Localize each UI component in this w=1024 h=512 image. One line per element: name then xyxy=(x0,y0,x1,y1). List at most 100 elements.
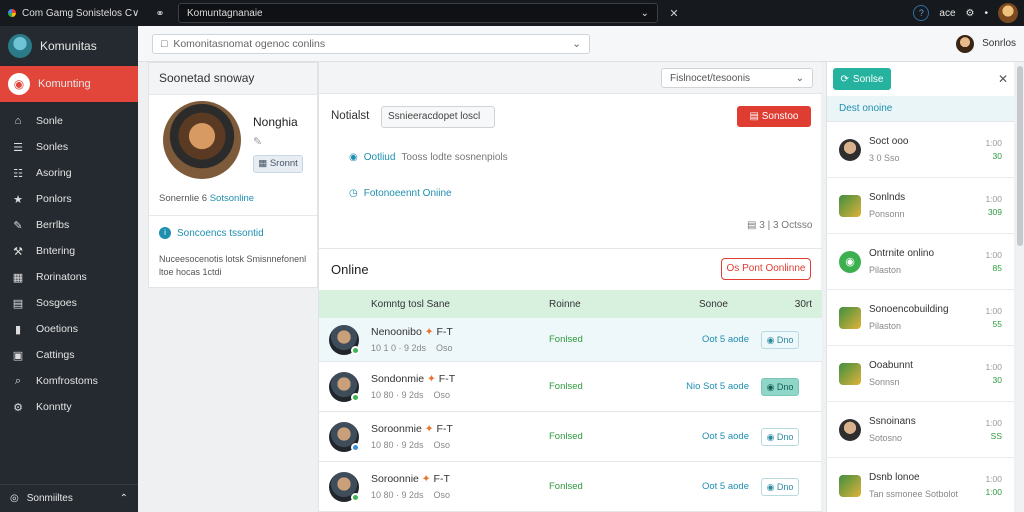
community-search-input[interactable]: □ Komonitasnomat ogenoc conlins ⌄ xyxy=(152,33,590,54)
member-action-button[interactable]: ◉ Dno xyxy=(761,477,799,496)
profile-description: Nuceesocenotis lotsk Smisnnefonenl ltoe … xyxy=(159,254,307,277)
status-dot xyxy=(351,392,360,402)
clock-icon: ◷ xyxy=(349,188,358,199)
primary-action-button[interactable]: ▤ Sonstoo xyxy=(737,106,811,127)
sidebar-item[interactable]: ⚙ Konntty xyxy=(0,394,138,420)
member-action-button[interactable]: ◉ Dno xyxy=(761,377,799,396)
list-item-time: 1:00 xyxy=(985,417,1002,428)
column-header-status[interactable]: Sonoe xyxy=(699,299,789,310)
chevron-down-icon[interactable]: ⌄ xyxy=(572,38,581,50)
sidebar-item[interactable]: ⌕ Komfrostoms xyxy=(0,368,138,394)
list-item[interactable]: Ssnoinans Sotosno 1:00 SS xyxy=(827,402,1014,458)
table-row[interactable]: Soroonnie ✦ F-T 10 80 · 9 2ds Oso Fonlsed O… xyxy=(319,462,822,512)
online-panel-top: ⟳ Sonlse ✕ xyxy=(827,62,1014,96)
sidebar-menu: ⌂ Sonle ☰ Sonles ☷ Asoring ★ Ponlors ✎ Berrlbs ⚒ Bn… xyxy=(0,108,138,420)
sidebar-item[interactable]: ▮ Ooetions xyxy=(0,316,138,342)
list-item-name: Ontrnite onlino xyxy=(869,248,935,259)
list-item[interactable]: Sonoencobuilding Pilaston 1:00 55 xyxy=(827,290,1014,346)
member-role: Fonlsed xyxy=(549,381,583,392)
list-item-name: Ssnoinans xyxy=(869,416,916,427)
table-row[interactable]: Soroonmie ✦ F-T 10 80 · 9 2ds Oso Fonlsed O… xyxy=(319,412,822,462)
sidebar-item[interactable]: ☰ Sonles xyxy=(0,134,138,160)
list-item[interactable]: Dsnb lonoe Tan ssmonee Sotbolot 1:00 1:00 xyxy=(827,458,1014,512)
table-row[interactable]: Sondonmie ✦ F-T 10 80 · 9 2ds Oso Fonlsed N… xyxy=(319,362,822,412)
sidebar-item[interactable]: ▤ Sosgoes xyxy=(0,290,138,316)
profile-avatar xyxy=(163,101,241,179)
column-header-role[interactable]: Roinne xyxy=(549,299,699,310)
people-icon: ☰ xyxy=(13,141,23,154)
list-item-name: Sonlnds xyxy=(869,192,906,203)
sidebar-item-label: Cattings xyxy=(36,349,75,361)
sidebar-header[interactable]: Komunitas xyxy=(0,26,138,66)
list-item[interactable]: ◉ Ontrnite onlino Pilaston 1:00 85 xyxy=(827,234,1014,290)
sidebar-item[interactable]: ▣ Cattings xyxy=(0,342,138,368)
notification-icon[interactable]: • xyxy=(984,8,988,19)
fire-icon: ✦ xyxy=(424,423,434,435)
avatar xyxy=(839,138,861,161)
top-bar: Com Gamg Sonistelos C∨ ⚭ Komuntagnanaie … xyxy=(0,0,1024,26)
sidebar-item[interactable]: ⌂ Sonle xyxy=(0,108,138,134)
table-row[interactable]: Nenoonibo ✦ F-T 10 1 0 · 9 2ds Oso Fonlsed… xyxy=(319,318,822,362)
avatar: ◉ xyxy=(839,250,861,273)
sub-header-user[interactable]: Sonrlos xyxy=(956,34,1024,53)
online-filter-button[interactable]: Os Pont Oonlinne xyxy=(721,258,811,280)
chevron-up-icon[interactable]: ⌃ xyxy=(120,493,128,504)
sidebar-item[interactable]: ▦ Rorinatons xyxy=(0,264,138,290)
top-search-input[interactable]: Komuntagnanaie ⌄ xyxy=(178,3,658,23)
profile-action-button[interactable]: ▦ Sronnt xyxy=(253,155,303,173)
list-item-name: Ooabunnt xyxy=(869,360,913,371)
member-action-button[interactable]: ◉ Dno xyxy=(761,427,799,446)
sidebar-item[interactable]: ☷ Asoring xyxy=(0,160,138,186)
column-header-count[interactable]: 30rt xyxy=(789,299,822,310)
member-score: Oot 5 aode xyxy=(701,431,749,442)
sidebar-item[interactable]: ✎ Berrlbs xyxy=(0,212,138,238)
column-header-name[interactable]: Komntg tosl Sane xyxy=(319,299,549,310)
document-icon: ▤ xyxy=(747,220,757,231)
filter-select[interactable]: Fislnocet/tesoonis ⌄ xyxy=(661,68,813,88)
image-icon: ▣ xyxy=(12,349,24,362)
help-icon[interactable]: ? xyxy=(913,5,930,21)
profile-meta-highlight: Sotsonline xyxy=(209,193,255,204)
avatar xyxy=(956,34,975,53)
member-score: Oot 5 aode xyxy=(701,334,749,345)
sidebar-item-label: Sosgoes xyxy=(36,297,77,309)
sidebar-footer[interactable]: ◎ Sonmiiltes ⌃ xyxy=(0,484,138,512)
profile-link[interactable]: i Soncoencs tssontid xyxy=(159,227,264,239)
list-item-time: 1:00 xyxy=(985,473,1002,484)
online-panel-tab[interactable]: ⟳ Sonlse xyxy=(833,68,891,90)
settings-icon[interactable]: ⚙ xyxy=(966,8,975,19)
fire-icon: ✦ xyxy=(424,326,434,338)
community-logo xyxy=(8,34,32,58)
list-item-name: Soct ooo xyxy=(869,136,909,147)
member-tag: F-T xyxy=(433,473,450,485)
list-item-value: 309 xyxy=(987,206,1002,217)
scrollbar[interactable] xyxy=(1016,62,1024,512)
member-action-button[interactable]: ◉ Dno xyxy=(761,330,799,349)
member-sub: 10 80 · 9 2ds Oso xyxy=(371,490,451,500)
list-item-name: Dsnb lonoe xyxy=(869,472,920,483)
calendar-icon: ▦ xyxy=(12,271,24,284)
status-dot xyxy=(351,442,360,452)
avatar xyxy=(329,471,360,502)
headset-icon[interactable]: ⚭ xyxy=(150,7,170,20)
chevron-down-icon[interactable]: ⌄ xyxy=(641,8,649,19)
list-item[interactable]: Ooabunnt Sonnsn 1:00 30 xyxy=(827,346,1014,402)
list-item[interactable]: Sonlnds Ponsonn 1:00 309 xyxy=(827,178,1014,234)
close-icon[interactable]: ✕ xyxy=(664,7,684,20)
home-icon: ⌂ xyxy=(14,115,22,127)
list-item[interactable]: Soct ooo 3 0 Sso 1:00 30 xyxy=(827,122,1014,178)
sidebar-item-active[interactable]: ◉ Komunting xyxy=(0,66,138,102)
sidebar-item[interactable]: ★ Ponlors xyxy=(0,186,138,212)
avatar xyxy=(329,371,360,402)
user-avatar[interactable] xyxy=(998,3,1018,23)
main-text-field[interactable]: Ssnieeracdopet loscl xyxy=(381,106,495,128)
close-icon[interactable]: ✕ xyxy=(998,72,1008,86)
online-panel-header: Dest onoine xyxy=(827,96,1014,122)
online-link[interactable]: ◷ Fotonoeennt Oniine xyxy=(349,188,452,199)
list-item-sub: Pilaston xyxy=(869,321,902,331)
sidebar-item-label: Sonles xyxy=(36,141,69,153)
edit-icon[interactable]: ✎ xyxy=(253,135,262,148)
browser-tab[interactable]: Com Gamg Sonistelos C∨ xyxy=(0,8,150,19)
tool-icon: ⚒ xyxy=(13,245,23,258)
sidebar-item[interactable]: ⚒ Bntering xyxy=(0,238,138,264)
